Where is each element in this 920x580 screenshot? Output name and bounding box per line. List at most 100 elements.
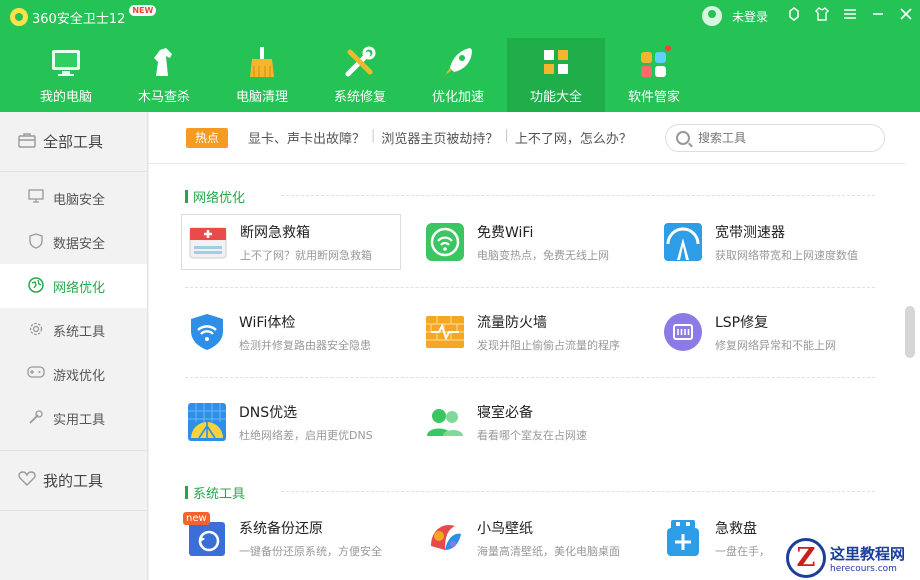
header: 360安全卫士12 NEW 未登录 我的电脑 木马查杀 电脑清理 系统修复 优化… <box>0 0 920 112</box>
sidebar-all-tools[interactable]: 全部工具 <box>0 112 147 172</box>
tool-desc: 上不了网？就用断网急救箱 <box>240 248 372 262</box>
sidebar-item-system-tools[interactable]: 系统工具 <box>0 308 147 352</box>
nav-label: 功能大全 <box>529 90 582 105</box>
shirt-icon[interactable] <box>808 6 836 26</box>
monitor-icon <box>52 50 80 76</box>
sidebar-item-game[interactable]: 游戏优化 <box>0 352 147 396</box>
sidebar-item-network[interactable]: 网络优化 <box>0 264 147 308</box>
sidebar-item-pc-security[interactable]: 电脑安全 <box>0 176 147 220</box>
bird-wallpaper-icon <box>425 518 465 558</box>
tool-wifi-checkup[interactable]: WiFi体检 检测并修复路由器安全隐患 <box>181 304 401 360</box>
rescue-disk-icon <box>663 518 703 558</box>
search-icon <box>676 131 690 145</box>
horse-icon <box>154 48 172 76</box>
tools-icon <box>27 409 45 427</box>
tool-traffic-firewall[interactable]: 流量防火墙 发现并阻止偷偷占流量的程序 <box>419 304 639 360</box>
tool-name: DNS优选 <box>239 404 298 421</box>
section-divider <box>281 195 875 196</box>
heart-icon <box>17 470 37 491</box>
tool-desc: 海量高清壁纸，美化电脑桌面 <box>477 544 620 558</box>
tool-desc: 修复网络异常和不能上网 <box>715 338 836 352</box>
section-title-system: 系统工具 <box>185 483 245 502</box>
nav-all-features[interactable]: 功能大全 <box>507 38 605 112</box>
scrollbar-thumb[interactable] <box>905 306 915 358</box>
nav-speedup[interactable]: 优化加速 <box>409 38 507 112</box>
tool-desc: 杜绝网络差，启用更优DNS <box>239 428 373 442</box>
nav-label: 我的电脑 <box>39 90 92 105</box>
tool-name: 寝室必备 <box>477 404 533 421</box>
sidebar-item-label: 数据安全 <box>53 236 106 252</box>
nav-label: 优化加速 <box>431 90 484 105</box>
avatar[interactable] <box>701 6 722 26</box>
tool-name: 小鸟壁纸 <box>477 520 533 537</box>
tool-desc: 电脑变热点，免费无线上网 <box>477 248 609 262</box>
sidebar-item-label: 实用工具 <box>53 412 106 428</box>
sidebar-my-tools[interactable]: 我的工具 <box>0 451 147 511</box>
sidebar-item-utilities[interactable]: 实用工具 <box>0 396 147 440</box>
tool-desc: 获取网络带宽和上网速度数值 <box>715 248 858 262</box>
speedometer-icon <box>663 222 703 262</box>
wifi-free-icon <box>425 222 465 262</box>
wifi-shield-icon <box>187 312 227 352</box>
section-divider <box>281 491 875 492</box>
sidebar-item-data-security[interactable]: 数据安全 <box>0 220 147 264</box>
main-panel: 热点 显卡、声卡出故障？ | 浏览器主页被劫持？ | 上不了网，怎么办？ 网络优… <box>149 112 920 580</box>
tool-speed-test[interactable]: 宽带测速器 获取网络带宽和上网速度数值 <box>657 214 877 270</box>
nav-system-repair[interactable]: 系统修复 <box>311 38 409 112</box>
gear-icon <box>27 321 45 339</box>
tool-name: 系统备份还原 <box>239 520 323 537</box>
tool-name: 急救盘 <box>715 520 757 537</box>
row-divider <box>185 377 875 378</box>
tool-name: LSP修复 <box>715 314 769 331</box>
nav-label: 电脑清理 <box>235 90 288 105</box>
dns-icon <box>187 402 227 442</box>
hot-link[interactable]: 浏览器主页被劫持？ <box>381 128 498 147</box>
tool-name: 宽带测速器 <box>715 224 785 241</box>
first-aid-icon <box>188 222 228 262</box>
tool-lsp-repair[interactable]: LSP修复 修复网络异常和不能上网 <box>657 304 877 360</box>
hot-topics-bar: 热点 显卡、声卡出故障？ | 浏览器主页被劫持？ | 上不了网，怎么办？ <box>149 112 905 164</box>
sidebar-item-label: 系统工具 <box>53 324 106 340</box>
separator: | <box>371 128 376 143</box>
sidebar-group-label: 我的工具 <box>43 472 104 490</box>
sidebar-item-label: 网络优化 <box>53 280 106 296</box>
nav-trojan-scan[interactable]: 木马查杀 <box>115 38 213 112</box>
tool-dorm-essential[interactable]: 寝室必备 看看哪个室友在占网速 <box>419 394 639 450</box>
new-badge: new <box>183 512 210 525</box>
close-icon[interactable] <box>892 6 920 26</box>
hot-link[interactable]: 上不了网，怎么办？ <box>515 128 632 147</box>
sidebar-group-label: 全部工具 <box>43 133 104 151</box>
tool-free-wifi[interactable]: 免费WiFi 电脑变热点，免费无线上网 <box>419 214 639 270</box>
app-title-bar: 360安全卫士12 NEW <box>10 5 157 27</box>
sidebar-category-list: 电脑安全 数据安全 网络优化 系统工具 游戏优化 实用工具 <box>0 172 147 451</box>
skin-icon[interactable] <box>780 6 808 26</box>
sidebar: 全部工具 电脑安全 数据安全 网络优化 系统工具 游戏优化 实用工具 我的工具 <box>0 112 148 580</box>
tool-desc: 检测并修复路由器安全隐患 <box>239 338 371 352</box>
tool-desc: 一键备份还原系统，方便安全 <box>239 544 382 558</box>
watermark-url: herecours.com <box>830 563 897 574</box>
nav-my-computer[interactable]: 我的电脑 <box>17 38 115 112</box>
nav-cleanup[interactable]: 电脑清理 <box>213 38 311 112</box>
lsp-icon <box>663 312 703 352</box>
hot-tag: 热点 <box>186 128 228 148</box>
menu-icon[interactable] <box>836 6 864 26</box>
search-input[interactable] <box>698 131 858 145</box>
monitor-outline-icon <box>27 189 45 207</box>
tool-bird-wallpaper[interactable]: 小鸟壁纸 海量高清壁纸，美化电脑桌面 <box>419 510 639 566</box>
search-box[interactable] <box>665 124 885 152</box>
hot-links: 显卡、声卡出故障？ | 浏览器主页被劫持？ | 上不了网，怎么办？ <box>248 128 632 147</box>
tool-system-backup[interactable]: new 系统备份还原 一键备份还原系统，方便安全 <box>181 510 401 566</box>
watermark-logo: Z <box>786 538 826 578</box>
nav-label: 系统修复 <box>333 90 386 105</box>
nav-software-manager[interactable]: 软件管家 <box>605 38 703 112</box>
new-badge: NEW <box>129 5 157 16</box>
login-link[interactable]: 未登录 <box>732 8 768 25</box>
tool-network-first-aid[interactable]: 断网急救箱 上不了网？就用断网急救箱 <box>181 214 401 270</box>
hot-link[interactable]: 显卡、声卡出故障？ <box>248 128 365 147</box>
minimize-icon[interactable] <box>864 6 892 26</box>
tool-dns-optimize[interactable]: DNS优选 杜绝网络差，启用更优DNS <box>181 394 401 450</box>
separator: | <box>504 128 509 143</box>
firewall-icon <box>425 312 465 352</box>
watermark-name: 这里教程网 <box>830 544 906 563</box>
gamepad-icon <box>27 365 45 383</box>
